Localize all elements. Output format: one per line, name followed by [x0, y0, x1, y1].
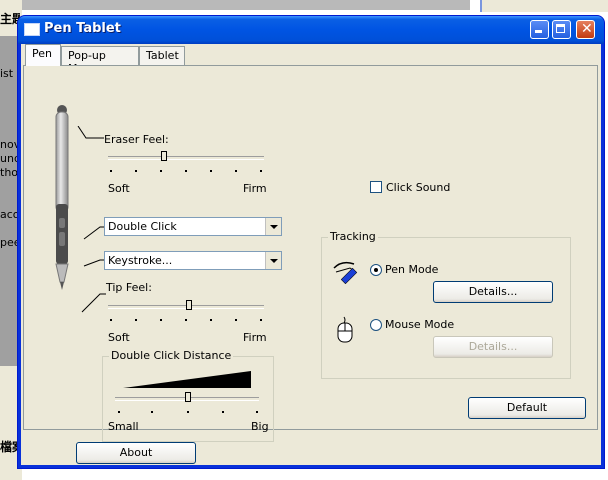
tip-feel-label: Tip Feel:: [106, 281, 152, 294]
maximize-button[interactable]: [552, 20, 571, 39]
mouse-mode-details-button[interactable]: Details...: [433, 336, 553, 358]
tip-feel-min-label: Soft: [108, 331, 130, 344]
title-bar[interactable]: Pen Tablet ✕: [18, 16, 604, 44]
eraser-feel-max-label: Firm: [243, 182, 267, 195]
eraser-feel-track: [108, 156, 264, 160]
minimize-icon: [535, 30, 542, 33]
upper-side-switch-dropdown[interactable]: Double Click: [104, 217, 282, 236]
pen-tracking-icon: [333, 261, 358, 284]
background-text: pee: [0, 236, 20, 249]
tracking-group: Tracking Pen Mode Details... Mouse Mode: [321, 230, 571, 379]
slider-tick: [110, 170, 112, 172]
tab-pen[interactable]: Pen: [25, 44, 61, 66]
background-text: und: [0, 152, 20, 165]
slider-tick: [185, 319, 187, 321]
lower-side-switch-dropdown[interactable]: Keystroke...: [104, 251, 282, 270]
slider-tick: [185, 170, 187, 172]
default-button[interactable]: Default: [468, 397, 586, 419]
double-click-distance-min-label: Small: [108, 420, 139, 433]
slider-tick: [260, 170, 262, 172]
tip-feel-slider-thumb[interactable]: [186, 300, 192, 310]
pen-mode-radio[interactable]: [370, 264, 382, 276]
background-text: aco: [0, 208, 20, 221]
background-text: 主題: [0, 12, 20, 26]
slider-tick: [187, 411, 189, 413]
chevron-down-icon[interactable]: [265, 218, 281, 235]
close-icon: ✕: [581, 21, 593, 37]
about-button[interactable]: About: [76, 442, 196, 464]
eraser-feel-min-label: Soft: [108, 182, 130, 195]
mouse-icon: [337, 316, 353, 343]
slider-tick: [256, 411, 258, 413]
slider-tick: [210, 170, 212, 172]
tab-tablet[interactable]: Tablet: [139, 46, 185, 65]
chevron-down-icon[interactable]: [265, 252, 281, 269]
maximize-icon: [556, 24, 565, 33]
tracking-legend: Tracking: [328, 230, 378, 243]
slider-tick: [135, 170, 137, 172]
slider-tick: [110, 319, 112, 321]
minimize-button[interactable]: [530, 20, 549, 39]
tab-popup-menu[interactable]: Pop-up Menu: [61, 46, 139, 75]
window-client: Pen Pop-up Menu Tablet: [21, 44, 601, 465]
click-sound-checkbox[interactable]: [370, 181, 382, 193]
lower-side-switch-value: Keystroke...: [108, 254, 173, 267]
slider-tick: [160, 319, 162, 321]
slider-tick: [151, 411, 153, 413]
background-window-edge: [480, 0, 608, 12]
background-text: nov: [0, 138, 20, 151]
double-click-distance-max-label: Big: [251, 420, 269, 433]
window-title: Pen Tablet: [44, 21, 121, 36]
double-click-distance-legend: Double Click Distance: [109, 349, 234, 362]
pen-mode-label[interactable]: Pen Mode: [385, 263, 438, 276]
slider-tick: [235, 319, 237, 321]
pen-illustration: [55, 105, 69, 290]
mouse-mode-radio[interactable]: [370, 319, 382, 331]
background-text: 檔案: [0, 440, 20, 454]
pen-mode-details-button[interactable]: Details...: [433, 281, 553, 303]
pen-tablet-window: Pen Tablet ✕ Pen Pop-up Menu Tablet: [18, 16, 604, 468]
slider-tick: [118, 411, 120, 413]
double-click-distance-group: Double Click Distance Small Big: [102, 349, 274, 442]
double-click-distance-slider-thumb[interactable]: [185, 392, 191, 402]
eraser-feel-label: Eraser Feel:: [104, 133, 169, 146]
slider-tick: [210, 319, 212, 321]
slider-tick: [135, 319, 137, 321]
upper-side-switch-value: Double Click: [108, 220, 177, 233]
click-sound-label[interactable]: Click Sound: [386, 181, 450, 194]
mouse-mode-label[interactable]: Mouse Mode: [385, 318, 454, 331]
slider-tick: [260, 319, 262, 321]
tip-feel-max-label: Firm: [243, 331, 267, 344]
background-text: tho: [0, 166, 19, 179]
close-button[interactable]: ✕: [576, 20, 595, 39]
slider-tick: [235, 170, 237, 172]
window-icon: [24, 23, 40, 36]
eraser-feel-slider-thumb[interactable]: [161, 151, 167, 161]
background-text: ist: [0, 67, 14, 80]
background-app-bar: [0, 0, 470, 10]
distance-wedge: [123, 371, 251, 388]
slider-tick: [160, 170, 162, 172]
pen-tab-panel: Eraser Feel: Soft Firm Double Click Keys…: [23, 65, 598, 442]
slider-tick: [222, 411, 224, 413]
